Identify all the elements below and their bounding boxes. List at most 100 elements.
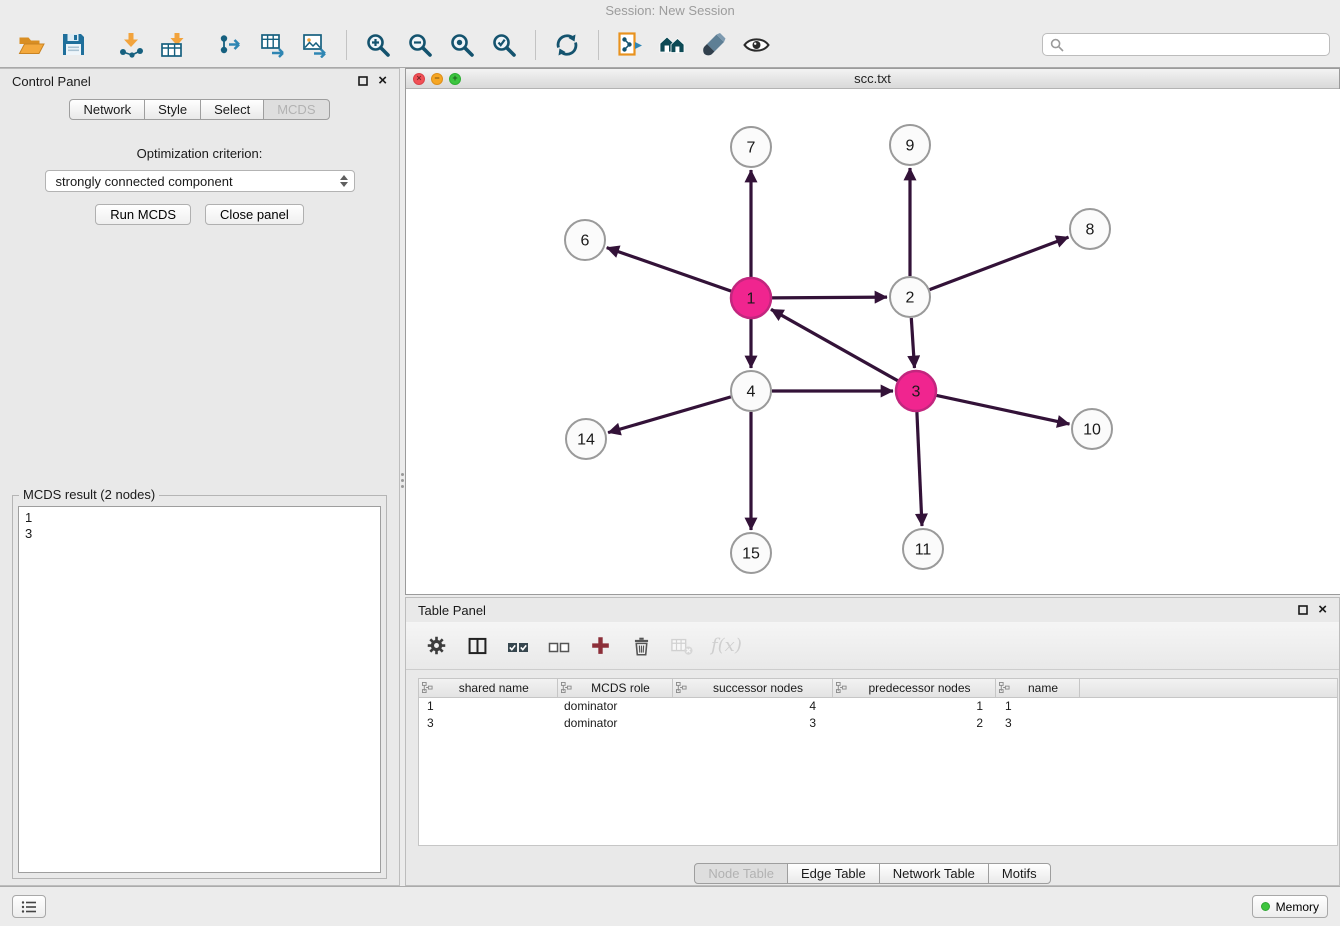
- delete-column-button[interactable]: [629, 634, 653, 658]
- memory-status-icon: [1261, 902, 1270, 911]
- window-titlebar: Session: New Session: [0, 0, 1340, 22]
- memory-label: Memory: [1276, 900, 1319, 914]
- open-session-button[interactable]: [10, 25, 52, 65]
- select-all-columns-button[interactable]: [506, 634, 530, 658]
- close-panel-button[interactable]: Close panel: [205, 204, 304, 225]
- column-label: shared name: [459, 681, 529, 695]
- column-header-filler: [1079, 679, 1337, 697]
- graph-edge-1-6[interactable]: [607, 248, 732, 292]
- column-label: predecessor nodes: [868, 681, 970, 695]
- zoom-fit-icon: [449, 32, 475, 58]
- graph-edge-2-3[interactable]: [911, 318, 914, 368]
- table-cell[interactable]: dominator: [557, 697, 672, 714]
- search-icon: [1050, 38, 1064, 52]
- graph-node-label: 6: [581, 233, 590, 250]
- delete-table-icon: [670, 635, 694, 657]
- delete-table-button[interactable]: [670, 634, 694, 658]
- houses-icon: [659, 33, 686, 57]
- column-header-name[interactable]: name: [995, 679, 1079, 697]
- table-cell[interactable]: 3: [995, 714, 1079, 731]
- column-header-predecessor-nodes[interactable]: predecessor nodes: [832, 679, 995, 697]
- create-column-button[interactable]: [588, 634, 612, 658]
- apply-layout-button[interactable]: [546, 25, 588, 65]
- show-task-history-button[interactable]: [12, 895, 46, 918]
- close-panel-icon[interactable]: ×: [378, 74, 387, 88]
- tab-network-table[interactable]: Network Table: [879, 863, 989, 884]
- zoom-out-button[interactable]: [399, 25, 441, 65]
- zoom-out-icon: [407, 32, 433, 58]
- table-cell[interactable]: 2: [832, 714, 995, 731]
- tab-node-table[interactable]: Node Table: [694, 863, 788, 884]
- close-table-panel-icon[interactable]: ×: [1318, 603, 1327, 617]
- table-cell[interactable]: 1: [832, 697, 995, 714]
- table-settings-button[interactable]: [424, 634, 448, 658]
- column-header-mcds-role[interactable]: MCDS role: [557, 679, 672, 697]
- zoom-in-icon: [365, 32, 391, 58]
- export-table-button[interactable]: [252, 25, 294, 65]
- column-header-shared-name[interactable]: shared name: [419, 679, 557, 697]
- first-neighbors-button[interactable]: [609, 25, 651, 65]
- table-cell-filler: [1079, 697, 1337, 714]
- search-input[interactable]: [1069, 37, 1322, 52]
- close-window-button[interactable]: ×: [413, 73, 425, 85]
- graph-edge-2-8[interactable]: [930, 237, 1069, 290]
- eye-icon: [743, 35, 770, 55]
- sort-icon: [999, 682, 1010, 696]
- mcds-result-text[interactable]: 1 3: [18, 506, 381, 873]
- tab-mcds[interactable]: MCDS: [263, 99, 329, 120]
- graph-edge-3-11[interactable]: [917, 412, 922, 526]
- graph-edge-3-10[interactable]: [937, 395, 1070, 424]
- show-hide-panels-button[interactable]: [651, 25, 693, 65]
- tab-network[interactable]: Network: [69, 99, 145, 120]
- tab-select[interactable]: Select: [200, 99, 264, 120]
- tab-motifs[interactable]: Motifs: [988, 863, 1051, 884]
- export-network-button[interactable]: [210, 25, 252, 65]
- table-cell[interactable]: 1: [995, 697, 1079, 714]
- columns-icon: [467, 636, 488, 656]
- graph-edge-4-14[interactable]: [608, 397, 731, 433]
- select-stepper-icon: [340, 175, 348, 187]
- control-panel: Control Panel × Network Style Select MCD…: [0, 68, 400, 886]
- zoom-selected-button[interactable]: [483, 25, 525, 65]
- paint-styles-button[interactable]: [693, 25, 735, 65]
- main-area: Control Panel × Network Style Select MCD…: [0, 68, 1340, 886]
- table-header-row: shared name MCDS role: [419, 679, 1337, 697]
- export-image-button[interactable]: [294, 25, 336, 65]
- import-table-button[interactable]: [152, 25, 194, 65]
- column-header-successor-nodes[interactable]: successor nodes: [672, 679, 832, 697]
- function-builder-button[interactable]: f(x): [711, 634, 742, 658]
- float-table-panel-icon[interactable]: [1298, 605, 1308, 615]
- table-cell[interactable]: 3: [419, 714, 557, 731]
- unselect-all-columns-button[interactable]: [547, 634, 571, 658]
- select-all-icon: [507, 635, 529, 657]
- gear-icon: [426, 635, 447, 656]
- show-graphics-details-button[interactable]: [735, 25, 777, 65]
- sort-icon: [422, 682, 433, 696]
- save-session-button[interactable]: [52, 25, 94, 65]
- column-label: name: [1028, 681, 1058, 695]
- tab-style[interactable]: Style: [144, 99, 201, 120]
- graph-edge-3-1[interactable]: [771, 309, 898, 380]
- table-cell[interactable]: dominator: [557, 714, 672, 731]
- zoom-fit-button[interactable]: [441, 25, 483, 65]
- memory-button[interactable]: Memory: [1252, 895, 1328, 918]
- zoom-window-button[interactable]: +: [449, 73, 461, 85]
- graph-edge-1-2[interactable]: [772, 297, 887, 298]
- run-mcds-button[interactable]: Run MCDS: [95, 204, 191, 225]
- export-image-icon: [302, 32, 328, 58]
- network-canvas[interactable]: 7968124314101511: [406, 89, 1340, 594]
- table-tabs: Node Table Edge Table Network Table Moti…: [406, 863, 1339, 884]
- table-cell[interactable]: 3: [672, 714, 832, 731]
- zoom-in-button[interactable]: [357, 25, 399, 65]
- show-columns-button[interactable]: [465, 634, 489, 658]
- minimize-window-button[interactable]: −: [431, 73, 443, 85]
- table-cell[interactable]: 1: [419, 697, 557, 714]
- import-network-button[interactable]: [110, 25, 152, 65]
- table-cell[interactable]: 4: [672, 697, 832, 714]
- table-row[interactable]: 1dominator411: [419, 697, 1337, 714]
- optimization-criterion-label: Optimization criterion:: [0, 146, 399, 161]
- criterion-select[interactable]: strongly connected component: [45, 170, 355, 192]
- tab-edge-table[interactable]: Edge Table: [787, 863, 880, 884]
- float-panel-icon[interactable]: [358, 76, 368, 86]
- table-row[interactable]: 3dominator323: [419, 714, 1337, 731]
